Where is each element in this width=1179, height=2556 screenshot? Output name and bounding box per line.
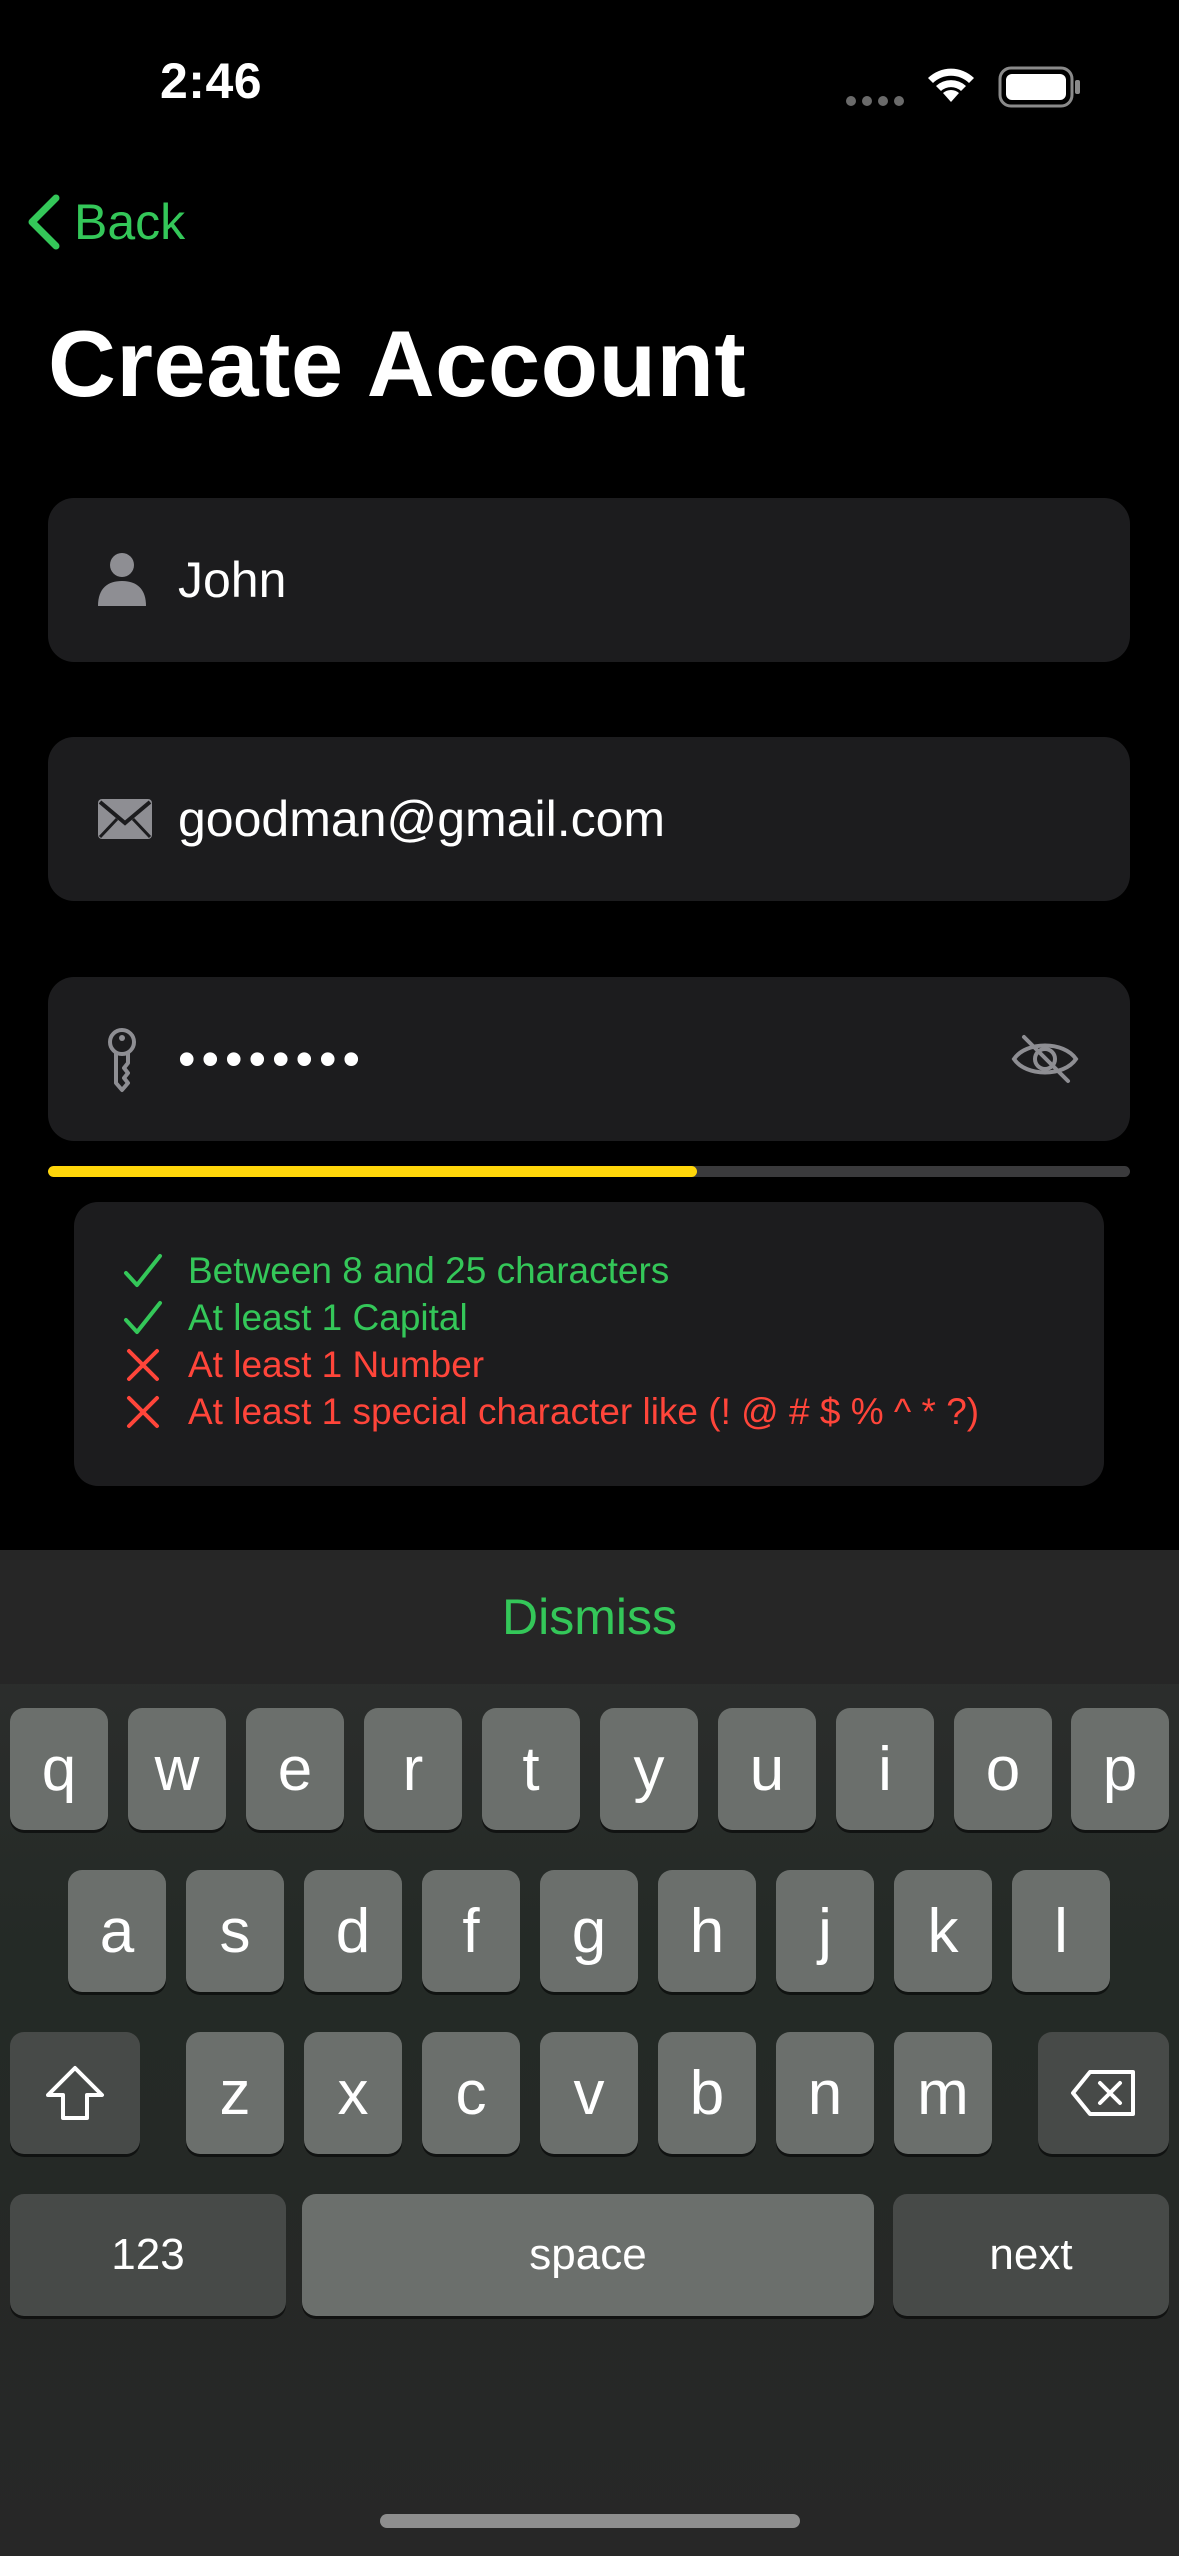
keyboard-toolbar: Dismiss — [0, 1550, 1179, 1684]
back-button[interactable]: Back — [24, 192, 185, 252]
requirement-item: At least 1 Number — [122, 1344, 484, 1386]
delete-key[interactable] — [1038, 2032, 1169, 2154]
requirement-item: Between 8 and 25 characters — [122, 1250, 669, 1292]
key-u[interactable]: u — [718, 1708, 816, 1830]
password-strength-fill — [48, 1166, 698, 1177]
back-label: Back — [74, 194, 186, 250]
requirement-item: At least 1 Capital — [122, 1297, 468, 1339]
key-r[interactable]: r — [364, 1708, 462, 1830]
key-i[interactable]: i — [836, 1708, 934, 1830]
password-strength-bar — [48, 1166, 1130, 1177]
cellular-signal-icon — [846, 96, 904, 106]
space-key[interactable]: space — [302, 2194, 874, 2316]
requirement-text: At least 1 Capital — [188, 1297, 468, 1338]
email-input[interactable]: goodman@gmail.com — [178, 737, 665, 901]
key-g[interactable]: g — [540, 1870, 638, 1992]
person-icon — [98, 553, 146, 606]
key-o[interactable]: o — [954, 1708, 1052, 1830]
eye-slash-icon[interactable] — [1010, 1029, 1080, 1089]
keyboard: Dismiss q w e r t y u i o p a s d f g h … — [0, 1550, 1179, 2556]
key-k[interactable]: k — [894, 1870, 992, 1992]
status-time: 2:46 — [160, 53, 263, 109]
key-q[interactable]: q — [10, 1708, 108, 1830]
key-icon — [108, 1028, 136, 1092]
shift-icon — [46, 2066, 104, 2120]
email-field[interactable]: goodman@gmail.com — [48, 737, 1130, 901]
name-field[interactable]: John — [48, 498, 1130, 662]
envelope-icon — [98, 799, 152, 839]
key-j[interactable]: j — [776, 1870, 874, 1992]
wifi-icon — [928, 68, 974, 102]
key-y[interactable]: y — [600, 1708, 698, 1830]
requirement-text: At least 1 Number — [188, 1344, 485, 1385]
key-h[interactable]: h — [658, 1870, 756, 1992]
key-w[interactable]: w — [128, 1708, 226, 1830]
key-z[interactable]: z — [186, 2032, 284, 2154]
xmark-icon — [122, 1394, 164, 1430]
requirement-item: At least 1 special character like (! @ #… — [122, 1391, 979, 1433]
requirement-text: Between 8 and 25 characters — [188, 1250, 670, 1291]
key-t[interactable]: t — [482, 1708, 580, 1830]
key-x[interactable]: x — [304, 2032, 402, 2154]
battery-icon — [998, 66, 1080, 108]
key-l[interactable]: l — [1012, 1870, 1110, 1992]
key-s[interactable]: s — [186, 1870, 284, 1992]
chevron-left-icon — [28, 194, 60, 250]
password-field[interactable]: •••••••• — [48, 977, 1130, 1141]
key-b[interactable]: b — [658, 2032, 756, 2154]
home-indicator[interactable] — [380, 2514, 800, 2528]
delete-backward-icon — [1070, 2070, 1135, 2116]
shift-key[interactable] — [10, 2032, 140, 2154]
key-m[interactable]: m — [894, 2032, 992, 2154]
numbers-key[interactable]: 123 — [10, 2194, 286, 2316]
checkmark-icon — [122, 1300, 164, 1336]
next-key[interactable]: next — [893, 2194, 1169, 2316]
xmark-icon — [122, 1347, 164, 1383]
key-p[interactable]: p — [1071, 1708, 1169, 1830]
name-input[interactable]: John — [178, 498, 286, 662]
requirement-text: At least 1 special character like (! @ #… — [188, 1391, 980, 1432]
key-c[interactable]: c — [422, 2032, 520, 2154]
page-title: Create Account — [48, 311, 747, 416]
password-input[interactable]: •••••••• — [178, 977, 366, 1141]
key-v[interactable]: v — [540, 2032, 638, 2154]
checkmark-icon — [122, 1253, 164, 1289]
password-requirements-card: Between 8 and 25 characters At least 1 C… — [74, 1202, 1104, 1486]
key-f[interactable]: f — [422, 1870, 520, 1992]
dismiss-button[interactable]: Dismiss — [0, 1588, 1179, 1646]
key-n[interactable]: n — [776, 2032, 874, 2154]
key-a[interactable]: a — [68, 1870, 166, 1992]
key-e[interactable]: e — [246, 1708, 344, 1830]
key-d[interactable]: d — [304, 1870, 402, 1992]
